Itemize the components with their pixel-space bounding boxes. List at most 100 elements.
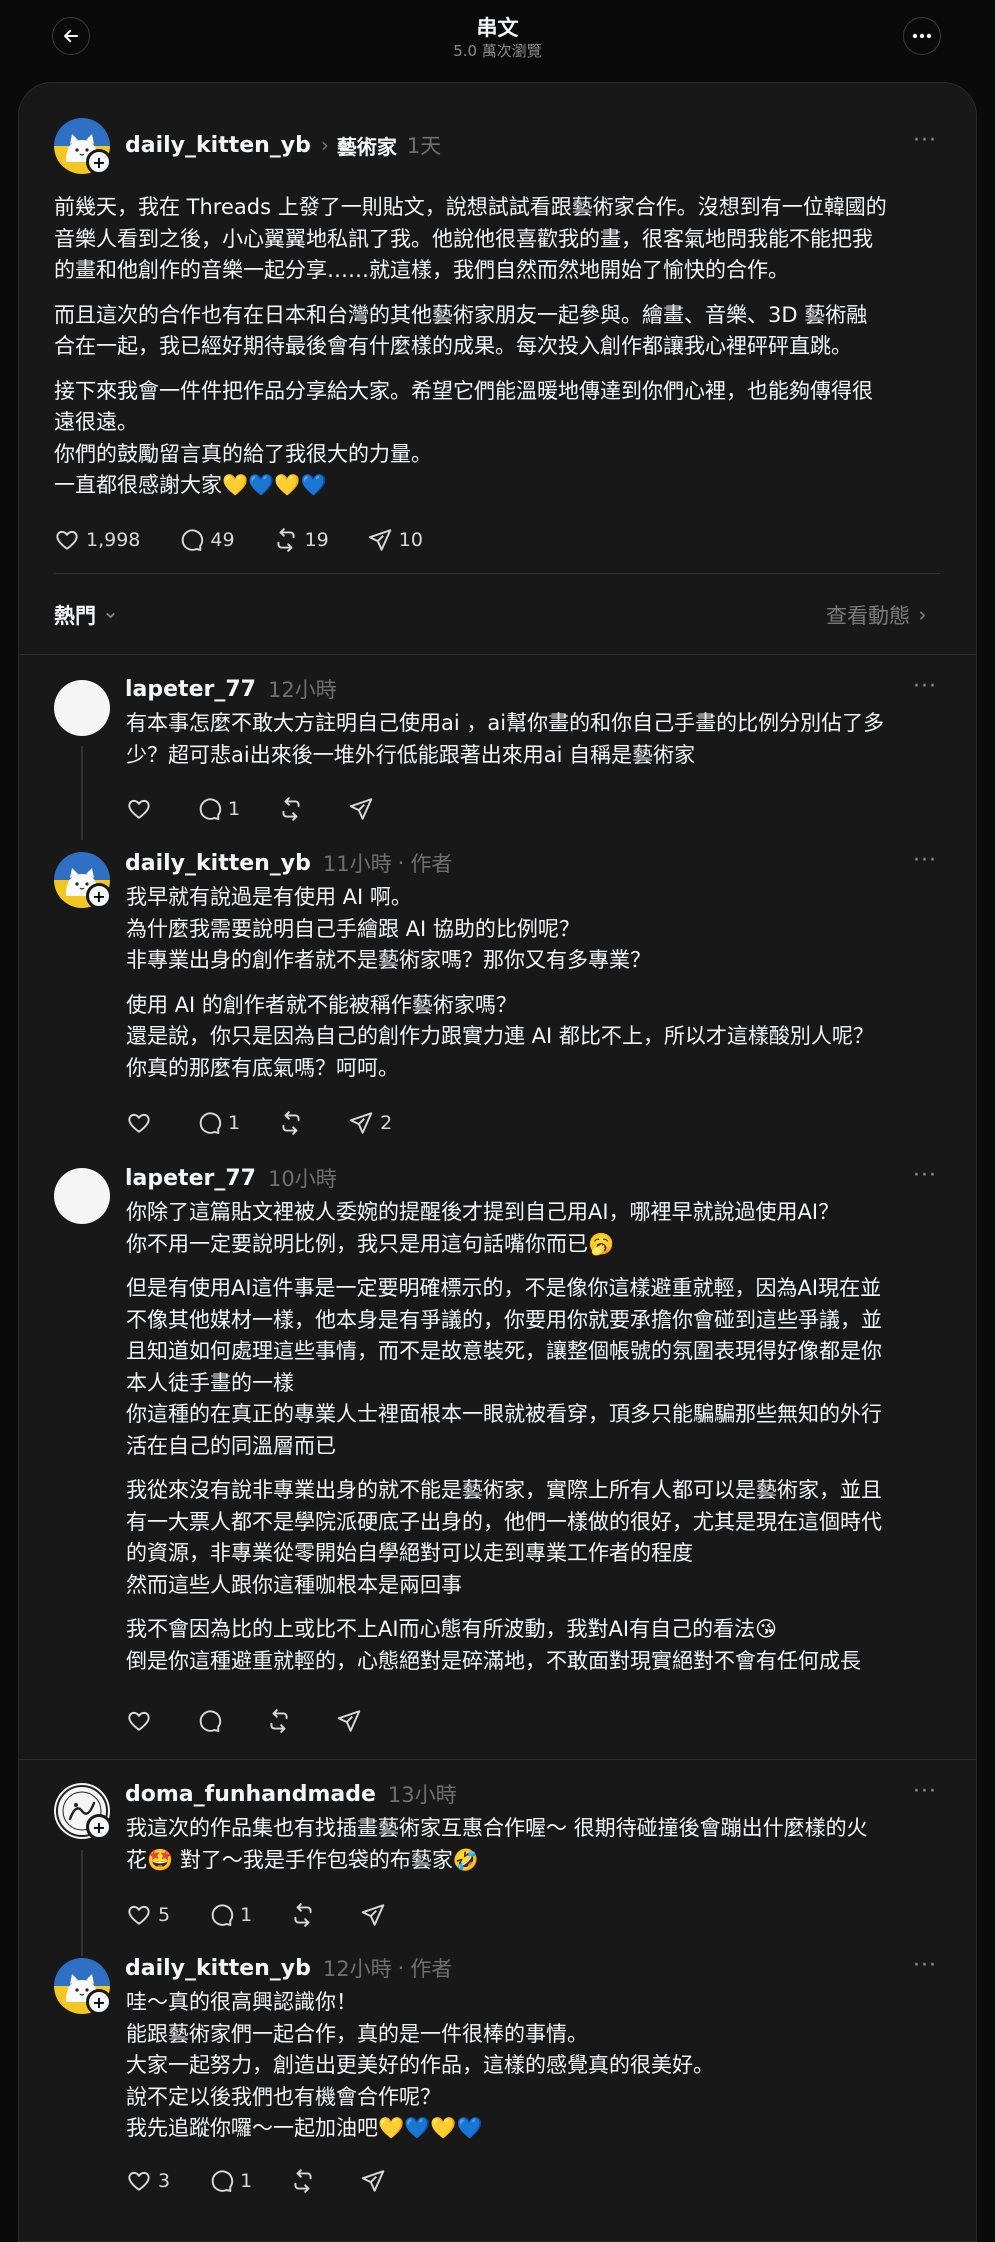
comment-icon: [199, 798, 222, 820]
reply-more-icon[interactable]: ···: [913, 1779, 937, 1804]
post-body: 前幾天，我在 Threads 上發了一則貼文，說想試試看跟藝術家合作。沒想到有一…: [54, 192, 954, 502]
heart-icon: [128, 1113, 150, 1133]
reply-actions: 1 2: [126, 1110, 430, 1136]
like-button[interactable]: [126, 1708, 158, 1734]
like-count: 1,998: [86, 529, 141, 551]
comment-icon: [211, 1904, 234, 1926]
post-paragraph: 而且這次的合作也有在日本和台灣的其他藝術家朋友一起參與。繪畫、音樂、3D 藝術融…: [54, 302, 868, 359]
reply-paragraph: 但是有使用AI這件事是一定要明確標示的，不是像你這樣避重就輕，因為AI現在並 不…: [126, 1276, 882, 1458]
view-count: 5.0 萬次瀏覽: [453, 42, 542, 60]
like-button[interactable]: 1,998: [54, 527, 140, 553]
reply-username[interactable]: daily_kitten_yb: [125, 1956, 311, 1981]
comment-button[interactable]: 1: [208, 1902, 252, 1928]
sort-label: 熱門: [54, 604, 96, 628]
post-username[interactable]: daily_kitten_yb: [125, 133, 311, 158]
reply-header: daily_kitten_yb 12小時 · 作者: [125, 1953, 452, 1983]
send-icon: [337, 1710, 361, 1732]
comment-button[interactable]: 1: [196, 1110, 240, 1136]
chevron-down-icon: [106, 612, 115, 618]
heart-icon: [56, 530, 78, 550]
follow-plus-icon[interactable]: +: [86, 883, 112, 909]
heart-icon: [128, 1711, 150, 1731]
share-button[interactable]: [360, 2168, 392, 2194]
reply-actions: 5 1: [126, 1902, 430, 1928]
like-button[interactable]: 3: [126, 2168, 170, 2194]
reply-username[interactable]: lapeter_77: [125, 677, 256, 702]
reply-username[interactable]: daily_kitten_yb: [125, 851, 311, 876]
heart-icon: [128, 1905, 150, 1925]
post-header: daily_kitten_yb › 藝術家 1天: [125, 130, 441, 160]
reply-username[interactable]: doma_funhandmade: [125, 1782, 376, 1807]
comment-icon: [199, 1112, 222, 1134]
comment-button[interactable]: 1: [196, 796, 240, 822]
comment-count: 1: [240, 1904, 253, 1926]
repost-button[interactable]: [278, 796, 310, 822]
avatar[interactable]: [54, 1168, 110, 1224]
top-bar: 串文 5.0 萬次瀏覽: [0, 0, 995, 82]
reply-paragraph: 我不會因為比的上或比不上AI而心態有所波動，我對AI有自己的看法😘 倒是你這種避…: [126, 1617, 861, 1673]
author-badge: 作者: [410, 1957, 453, 1981]
send-icon: [361, 1904, 385, 1926]
follow-plus-icon[interactable]: +: [86, 1814, 112, 1840]
share-button[interactable]: [336, 1708, 368, 1734]
comment-icon: [211, 2170, 234, 2192]
separator-dot: ·: [397, 851, 405, 875]
divider: [54, 573, 940, 574]
repost-icon: [282, 1111, 300, 1135]
reply-username[interactable]: lapeter_77: [125, 1166, 256, 1191]
comment-count: 1: [228, 1112, 241, 1134]
post-time: 1天: [406, 134, 442, 158]
like-button[interactable]: [126, 1110, 158, 1136]
follow-plus-icon[interactable]: +: [86, 1989, 112, 2015]
repost-button[interactable]: 19: [273, 527, 329, 553]
repost-button[interactable]: [278, 1110, 310, 1136]
share-button[interactable]: 10: [367, 527, 423, 553]
reply-paragraph: 使用 AI 的創作者就不能被稱作藝術家嗎？ 還是說，你只是因為自己的創作力跟實力…: [126, 992, 874, 1080]
send-icon: [349, 798, 373, 820]
avatar[interactable]: [54, 680, 110, 736]
reply-more-icon[interactable]: ···: [913, 848, 937, 873]
reply-body: 我早就有說過是有使用 AI 啊。 為什麼我需要說明自己手繪跟 AI 協助的比例呢…: [126, 882, 956, 1084]
sort-dropdown[interactable]: 熱門: [54, 600, 117, 630]
more-button[interactable]: [903, 17, 941, 55]
page-title: 串文: [476, 16, 519, 40]
reply-more-icon[interactable]: ···: [913, 1163, 937, 1188]
share-button[interactable]: [360, 1902, 392, 1928]
reply-body: 有本事怎麼不敢大方註明自己使用ai ，ai幫你畫的和你自己手畫的比例分別佔了多 …: [126, 711, 885, 767]
chevron-right-icon: [920, 610, 925, 620]
post-paragraph: 接下來我會一件件把作品分享給大家。希望它們能溫暖地傳達到你們心裡，也能夠傳得很 …: [54, 378, 873, 498]
divider: [18, 1759, 977, 1760]
reply-header: lapeter_77 10小時: [125, 1163, 337, 1193]
repost-button[interactable]: [290, 2168, 322, 2194]
like-button[interactable]: [126, 796, 158, 822]
reply-time: 10小時: [267, 1167, 337, 1191]
thread-line: [81, 746, 83, 840]
comment-count: 1: [228, 798, 241, 820]
repost-count: 19: [304, 529, 329, 551]
like-button[interactable]: 5: [126, 1902, 170, 1928]
share-button[interactable]: 2: [348, 1110, 392, 1136]
reply-time: 13小時: [387, 1783, 457, 1807]
share-button[interactable]: [348, 796, 380, 822]
topic-tag[interactable]: 藝術家: [337, 131, 397, 160]
heart-icon: [128, 2171, 150, 2191]
comment-button[interactable]: [196, 1708, 228, 1734]
more-icon: [912, 33, 932, 39]
like-count: 5: [158, 1904, 171, 1926]
repost-button[interactable]: [290, 1902, 322, 1928]
follow-plus-icon[interactable]: +: [86, 149, 112, 175]
repost-icon: [294, 1903, 312, 1927]
reply-body: 你除了這篇貼文裡被人委婉的提醒後才提到自己用AI，哪裡早就說過使用AI？ 你不用…: [126, 1197, 956, 1677]
reply-more-icon[interactable]: ···: [913, 1953, 937, 1978]
heart-icon: [128, 799, 150, 819]
like-count: 3: [158, 2170, 171, 2192]
repost-button[interactable]: [266, 1708, 298, 1734]
share-count: 10: [398, 529, 423, 551]
view-activity-link[interactable]: 查看動態: [826, 600, 929, 630]
chevron-right-icon: ›: [320, 133, 329, 157]
post-more-icon[interactable]: ···: [913, 128, 937, 153]
send-icon: [368, 529, 392, 551]
comment-button[interactable]: 49: [178, 527, 235, 553]
reply-more-icon[interactable]: ···: [913, 674, 937, 699]
comment-button[interactable]: 1: [208, 2168, 252, 2194]
